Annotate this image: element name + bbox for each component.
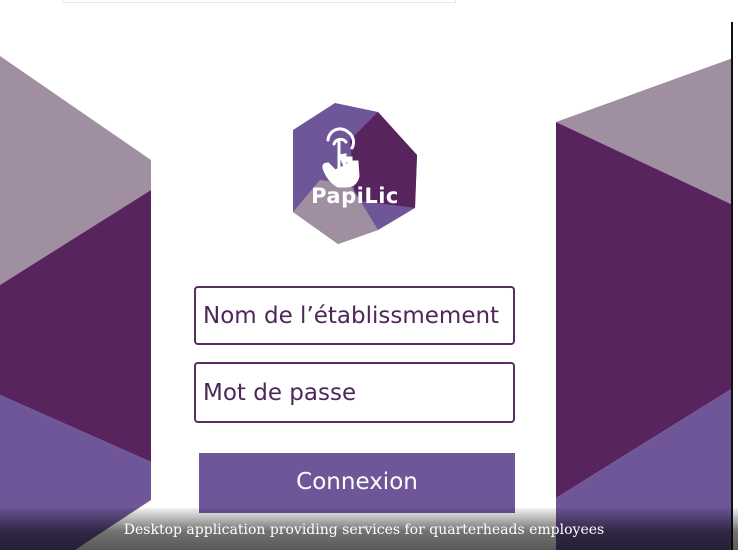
papilic-logo: PapiLic [290, 100, 420, 246]
logo-hexagon [293, 103, 417, 244]
establishment-name-input[interactable]: Nom de l’établissmement [194, 286, 515, 345]
right-edge-line [731, 22, 733, 550]
logo-text: PapiLic [311, 184, 399, 208]
password-input[interactable]: Mot de passe [194, 362, 515, 423]
login-button[interactable]: Connexion [199, 453, 515, 513]
caption-text: Desktop application providing services f… [123, 522, 605, 538]
